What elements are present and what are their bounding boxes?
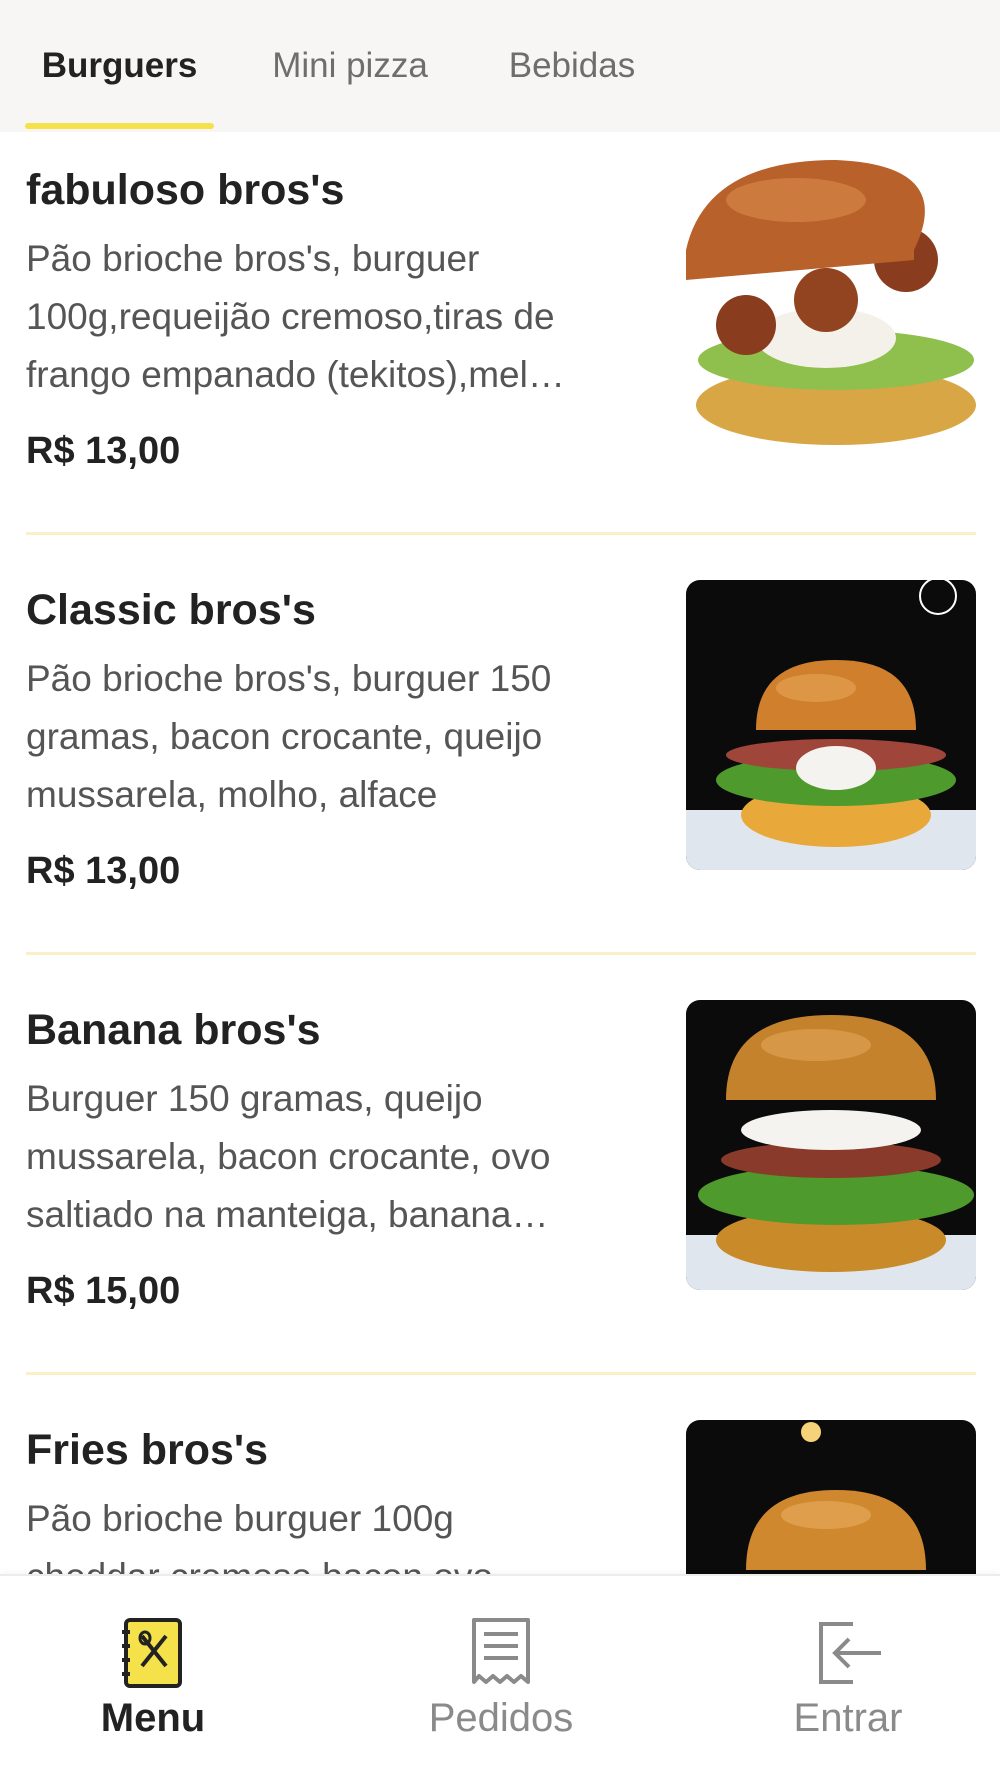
item-divider: [26, 532, 976, 535]
tab-bebidas[interactable]: Bebidas: [486, 0, 658, 132]
app-screen: Burguers Mini pizza Bebidas fabuloso bro…: [0, 0, 1000, 1778]
tab-label: Mini pizza: [272, 46, 428, 85]
nav-entrar[interactable]: Entrar: [728, 1576, 968, 1778]
login-icon: [813, 1616, 883, 1690]
bottom-navigation: Menu Pedidos Entrar: [0, 1574, 1000, 1778]
product-price: R$ 15,00: [26, 1270, 181, 1312]
product-name: Banana bros's: [26, 1006, 321, 1054]
item-divider: [26, 1372, 976, 1375]
product-price: R$ 13,00: [26, 850, 181, 892]
product-description: Pão brioche burguer 100g cheddar cremoso…: [26, 1490, 636, 1574]
product-image[interactable]: [686, 1420, 976, 1574]
tab-burguers[interactable]: Burguers: [25, 0, 214, 132]
product-image[interactable]: [686, 1000, 976, 1290]
nav-label: Entrar: [793, 1696, 903, 1740]
product-name: fabuloso bros's: [26, 166, 345, 214]
product-name: Classic bros's: [26, 586, 316, 634]
item-divider: [26, 952, 976, 955]
tab-mini-pizza[interactable]: Mini pizza: [254, 0, 446, 132]
nav-pedidos[interactable]: Pedidos: [381, 1576, 621, 1778]
product-image[interactable]: [686, 160, 976, 450]
active-tab-indicator: [25, 123, 214, 129]
nav-label: Menu: [100, 1696, 206, 1740]
tab-label: Burguers: [41, 46, 198, 85]
description-line: mussarela, bacon crocante, ovo: [26, 1136, 551, 1177]
description-line: saltiado na manteiga, banana…: [26, 1194, 549, 1235]
product-description: Pão brioche bros's, burguer 100g,requeij…: [26, 230, 636, 404]
product-list[interactable]: fabuloso bros's Pão brioche bros's, burg…: [0, 132, 1000, 1574]
receipt-icon: [466, 1616, 536, 1690]
nav-label: Pedidos: [428, 1696, 574, 1740]
description-line: Burguer 150 gramas, queijo: [26, 1078, 483, 1119]
product-image[interactable]: [686, 580, 976, 870]
product-description: Pão brioche bros's, burguer 150 gramas, …: [26, 650, 636, 824]
description-line: Pão brioche bros's, burguer: [26, 238, 480, 279]
nav-menu[interactable]: Menu: [33, 1576, 273, 1778]
description-line: Pão brioche burguer 100g: [26, 1498, 454, 1539]
description-line: Pão brioche bros's, burguer 150: [26, 658, 552, 699]
product-item[interactable]: Classic bros's Pão brioche bros's, burgu…: [0, 552, 1000, 972]
description-line: cheddar cremoso bacon ovo: [26, 1548, 636, 1574]
description-line: mussarela, molho, alface: [26, 774, 438, 815]
product-item[interactable]: fabuloso bros's Pão brioche bros's, burg…: [0, 132, 1000, 552]
product-description: Burguer 150 gramas, queijo mussarela, ba…: [26, 1070, 636, 1244]
description-line: gramas, bacon crocante, queijo: [26, 716, 543, 757]
product-price: R$ 13,00: [26, 430, 181, 472]
menu-book-icon: [118, 1616, 188, 1690]
description-line: 100g,requeijão cremoso,tiras de: [26, 296, 555, 337]
description-line: frango empanado (tekitos),mel…: [26, 354, 565, 395]
tab-label: Bebidas: [508, 46, 636, 85]
product-name: Fries bros's: [26, 1426, 269, 1474]
category-tabs: Burguers Mini pizza Bebidas: [0, 0, 1000, 132]
product-item[interactable]: Fries bros's Pão brioche burguer 100g ch…: [0, 1392, 1000, 1574]
product-item[interactable]: Banana bros's Burguer 150 gramas, queijo…: [0, 972, 1000, 1392]
